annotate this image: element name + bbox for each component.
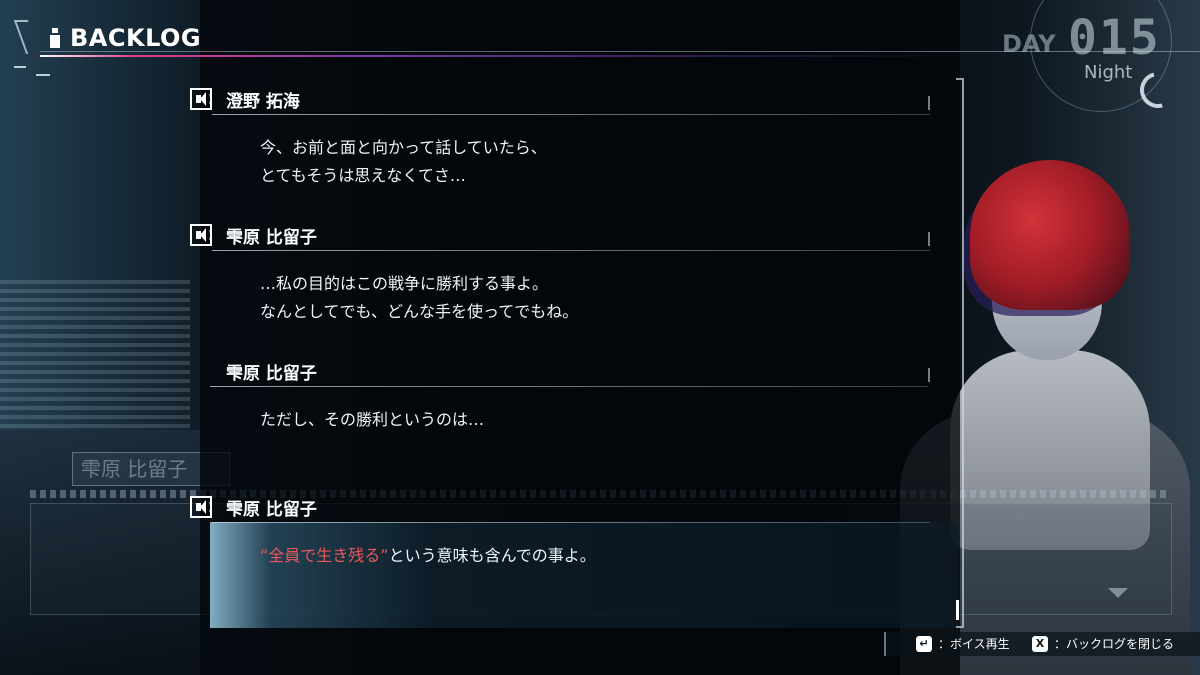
entry-divider-tick [928,368,930,382]
dialogue-line: “全員で生き残る”という意味も含んでの事よ。 [260,542,930,570]
voice-replay-hint[interactable]: ↵ ：ボイス再生 [916,635,1010,652]
entry-divider [212,114,930,115]
day-number: 015 [1068,10,1161,66]
scrollbar-thumb[interactable] [956,600,959,620]
speaker-name: 澄野 拓海 [226,92,300,112]
voice-replay-button[interactable] [190,224,212,246]
header-deco [13,20,41,54]
day-indicator: DAY 015 Night [990,0,1200,120]
dialogue-line: …私の目的はこの戦争に勝利する事よ。 [260,274,549,293]
speaker-name: 雫原 比留子 [226,500,317,520]
backlog-entry: 雫原 比留子 ただし、その勝利というのは… [190,358,930,434]
entry-divider [210,386,928,387]
entry-divider-tick [928,96,930,110]
entry-divider [212,250,930,251]
backlog-entry: 雫原 比留子 …私の目的はこの戦争に勝利する事よ。 なんとしてでも、どんな手を使… [190,222,930,326]
dialogue-line: とてもそうは思えなくてさ… [260,166,466,185]
backlog-entry: 澄野 拓海 今、お前と面と向かって話していたら、 とてもそうは思えなくてさ… [190,86,930,190]
emphasized-text: “全員で生き残る” [260,546,389,565]
entry-divider-tick [928,232,930,246]
header-deco [14,66,26,68]
close-backlog-hint[interactable]: X ：バックログを閉じる [1032,635,1174,652]
enter-key-icon: ↵ [916,635,932,652]
scroll-frame [956,78,964,628]
time-of-day: Night [1084,62,1133,83]
character-hair [970,160,1130,310]
bg-window-blinds [0,280,190,430]
speaker-name: 雫原 比留子 [226,228,317,248]
ghost-advance-arrow-icon [1108,588,1128,598]
voice-replay-label: ：ボイス再生 [938,637,1010,651]
backlog-list[interactable]: 澄野 拓海 今、お前と面と向かって話していたら、 とてもそうは思えなくてさ… 雫… [190,0,970,630]
dialogue-text: という意味も含んでの事よ。 [388,546,596,565]
dialogue-line: ただし、その勝利というのは… [260,410,485,429]
control-hints: ↵ ：ボイス再生 X ：バックログを閉じる [884,632,1200,656]
speaker-name: 雫原 比留子 [226,364,317,384]
dialogue-line: なんとしてでも、どんな手を使ってでもね。 [260,302,579,321]
close-backlog-label: ：バックログを閉じる [1054,637,1175,651]
x-button-icon: X [1032,635,1048,652]
info-icon [48,28,62,48]
dialogue-line: 今、お前と面と向かって話していたら、 [260,138,547,157]
day-label: DAY [1002,30,1056,58]
backlog-entry-current: 雫原 比留子 “全員で生き残る”という意味も含んでの事よ。 [190,494,958,628]
voice-replay-button[interactable] [190,496,212,518]
voice-replay-button[interactable] [190,88,212,110]
header-deco [36,74,50,76]
page-title: BACKLOG [70,24,202,52]
